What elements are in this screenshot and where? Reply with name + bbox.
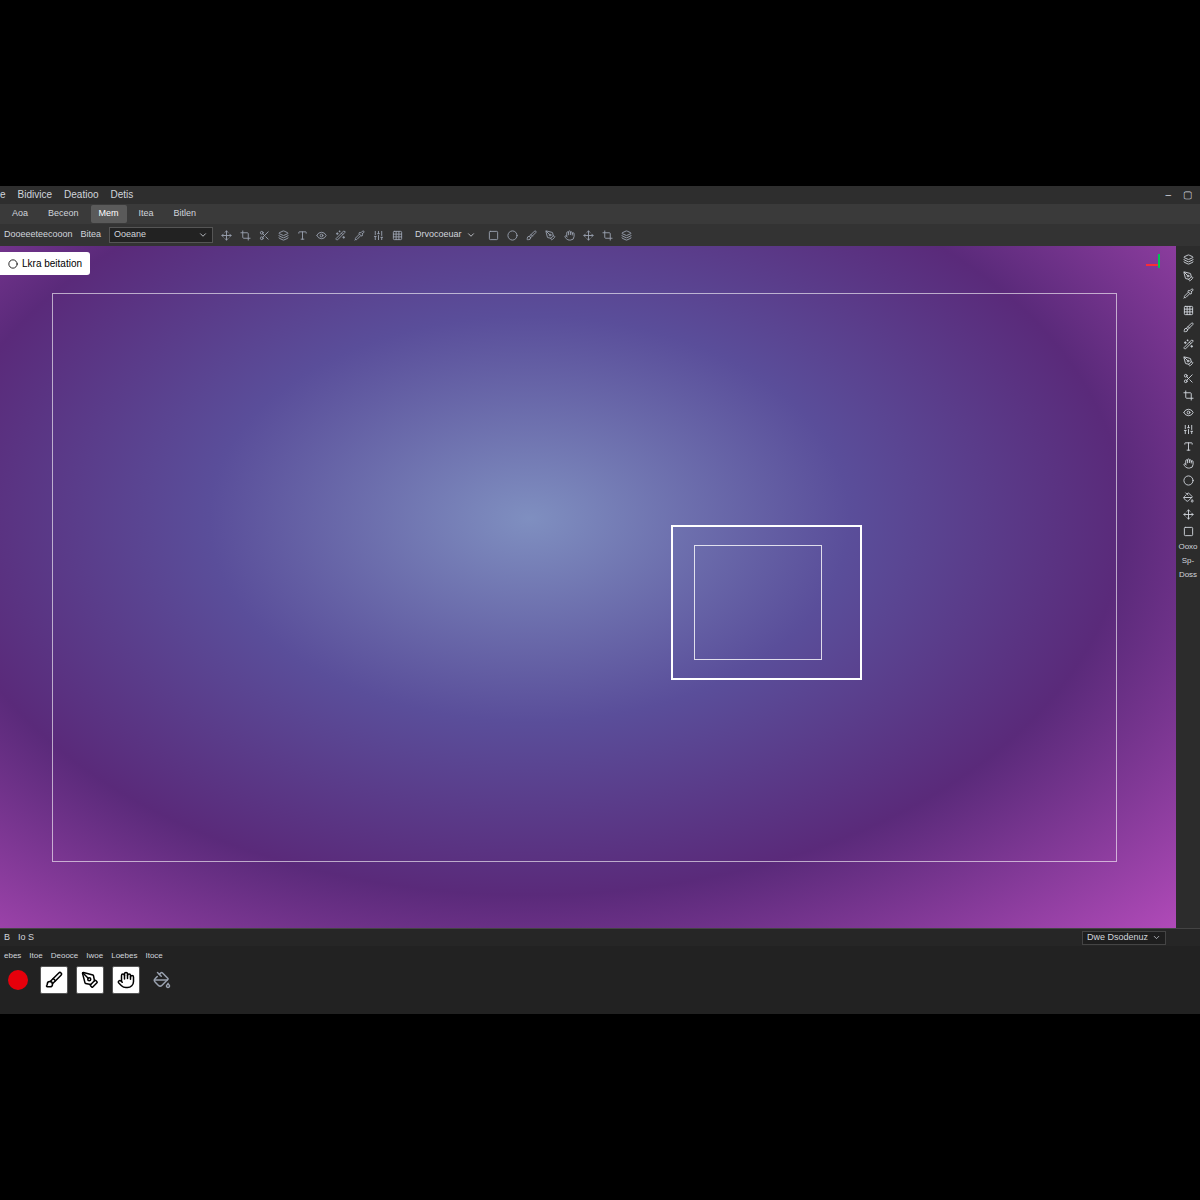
panel-tool-icon[interactable] [1183,492,1194,503]
panel-tool-icon[interactable] [1183,373,1194,384]
tool-icon[interactable] [564,230,575,241]
panel-tool-icon[interactable] [1183,441,1194,452]
panel-tool-icon[interactable] [1183,339,1194,350]
tool-group-label: Itoce [145,950,162,962]
top-band [0,0,1200,186]
right-panel: Ooxo Sp- Doss [1176,246,1200,928]
tools-area: ebes Itoe Deooce Iwoe Loebes Itoce [0,946,1200,1014]
tool-icon[interactable] [488,230,499,241]
menu-item[interactable]: Deatioo [64,190,98,200]
timeline-view-dropdown[interactable]: Dwe Dsodenuz [1082,931,1166,945]
panel-label: Sp- [1182,557,1194,565]
panel-tool-icon[interactable] [1183,305,1194,316]
tab-bar: AoaBeceonMemIteaBitlen [0,204,1200,224]
chevron-icon [198,230,208,240]
guide-frame [52,293,1117,862]
timeline-control[interactable]: B [4,931,10,945]
timeline-control[interactable]: Io S [18,931,34,945]
panel-tool-icon[interactable] [1183,322,1194,333]
panel-tool-icon[interactable] [1183,424,1194,435]
menu-item[interactable]: Bidivice [18,190,52,200]
selection-box[interactable] [671,525,862,680]
mode-label: Bitea [81,228,102,242]
record-icon [8,970,28,990]
tool-icon[interactable] [278,230,289,241]
toolbar: Dooeeeteecooon Bitea Ooeane Drvocoeuar [0,224,1200,246]
canvas[interactable]: Lkra beitation [0,246,1176,928]
page: eBidiviceDeatiooDetis–▢AoaBeceonMemIteaB… [0,0,1200,1200]
tool-group-label: Deooce [51,950,79,962]
tool-icon[interactable] [583,230,594,241]
tool-tile[interactable] [76,966,104,994]
tool-icon[interactable] [297,230,308,241]
panel-tool-icon[interactable] [1183,526,1194,537]
tool-icon[interactable] [392,230,403,241]
panel-tool-icon[interactable] [1183,390,1194,401]
link-icon [8,259,18,269]
tool-icon [81,971,99,989]
tool-icon [45,971,63,989]
menu-bar: e Bidivice Deatioo Detis – ▢ [0,186,1200,204]
tool-icon[interactable] [507,230,518,241]
tab[interactable]: Beceon [40,205,87,223]
tool-group-label: ebes [4,950,21,962]
timeline-bar: B Io S Dwe Dsodenuz [0,928,1200,946]
tool-group-label: Loebes [111,950,137,962]
tab[interactable]: Aoa [4,205,36,223]
window-control[interactable]: ▢ [1183,190,1192,200]
tool-tile[interactable] [40,966,68,994]
panel-label: Doss [1179,571,1197,579]
window-control[interactable]: – [1165,190,1171,200]
tool-icon[interactable] [621,230,632,241]
tab[interactable]: Itea [131,205,162,223]
menu-item[interactable]: e [0,190,6,200]
chevron-icon [466,230,476,240]
panel-tool-icon[interactable] [1183,254,1194,265]
panel-tool-icon[interactable] [1183,271,1194,282]
bucket-icon [153,971,171,989]
view-dropdown[interactable]: Drvocoeuar [411,227,480,243]
panel-tool-icon[interactable] [1183,288,1194,299]
axis-gizmo-icon [1146,254,1168,276]
menu-item[interactable]: Detis [111,190,134,200]
canvas-label: Lkra beitation [0,252,90,275]
tab[interactable]: Mem [91,205,127,223]
tool-icon[interactable] [259,230,270,241]
panel-label: Ooxo [1178,543,1197,551]
tab[interactable]: Bitlen [166,205,205,223]
panel-tool-icon[interactable] [1183,475,1194,486]
record-button[interactable] [4,966,32,994]
tool-tile[interactable] [112,966,140,994]
chevron-icon [1152,933,1161,942]
selection-inner-box [694,545,822,660]
tool-group-label: Iwoe [86,950,103,962]
tool-icon[interactable] [373,230,384,241]
tool-icon[interactable] [354,230,365,241]
tool-icon[interactable] [545,230,556,241]
tool-icon[interactable] [526,230,537,241]
tool-icon[interactable] [602,230,613,241]
app-window: eBidiviceDeatiooDetis–▢AoaBeceonMemIteaB… [0,186,1200,1014]
tool-icon[interactable] [316,230,327,241]
panel-tool-icon[interactable] [1183,458,1194,469]
panel-tool-icon[interactable] [1183,356,1194,367]
tool-icon[interactable] [221,230,232,241]
preset-dropdown[interactable]: Ooeane [109,227,213,243]
project-field[interactable]: Dooeeeteecooon [4,228,73,242]
tool-icon [117,971,135,989]
tool-icon[interactable] [335,230,346,241]
bottom-band [0,1014,1200,1200]
tool-group-label: Itoe [29,950,42,962]
tool-icon[interactable] [240,230,251,241]
panel-tool-icon[interactable] [1183,407,1194,418]
panel-tool-icon[interactable] [1183,509,1194,520]
tool-tile[interactable] [148,966,176,994]
